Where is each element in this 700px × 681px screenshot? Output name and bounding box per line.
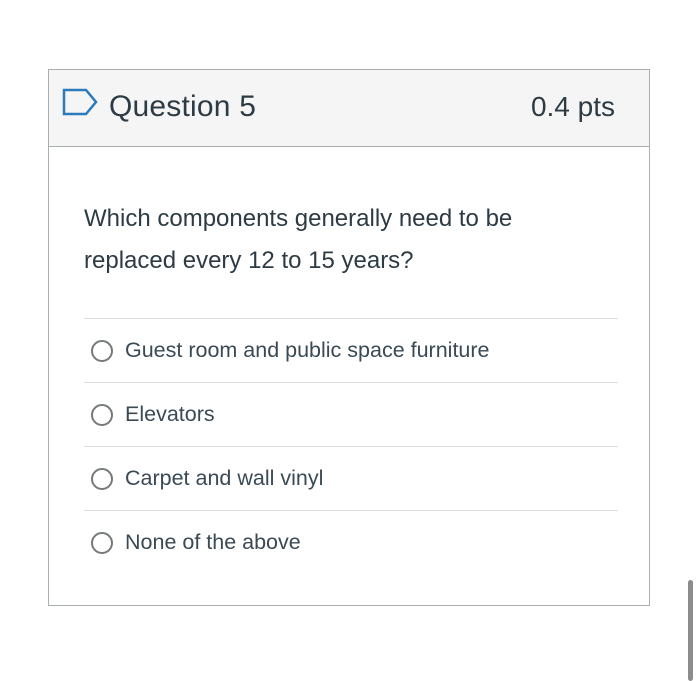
- answer-option[interactable]: Carpet and wall vinyl: [84, 446, 618, 510]
- radio-button[interactable]: [91, 339, 113, 362]
- answer-option[interactable]: Guest room and public space furniture: [84, 318, 618, 382]
- scrollbar-thumb[interactable]: [688, 580, 693, 681]
- flag-question-icon[interactable]: [62, 88, 98, 116]
- answer-option[interactable]: None of the above: [84, 510, 618, 574]
- question-header: Question 5 0.4 pts: [49, 70, 649, 147]
- question-card: Question 5 0.4 pts Which components gene…: [48, 69, 650, 606]
- radio-button[interactable]: [91, 403, 113, 426]
- quiz-page: Question 5 0.4 pts Which components gene…: [0, 0, 700, 681]
- answer-list: Guest room and public space furniture El…: [84, 318, 618, 574]
- answer-label[interactable]: Carpet and wall vinyl: [125, 466, 323, 491]
- radio-button[interactable]: [91, 531, 113, 554]
- answer-label[interactable]: None of the above: [125, 530, 301, 555]
- question-title: Question 5: [109, 90, 257, 123]
- radio-button[interactable]: [91, 467, 113, 490]
- question-points: 0.4 pts: [530, 91, 615, 122]
- question-text: Which components generally need to be re…: [84, 205, 513, 274]
- answer-label[interactable]: Elevators: [125, 402, 215, 427]
- answer-option[interactable]: Elevators: [84, 382, 618, 446]
- answer-label[interactable]: Guest room and public space furniture: [125, 338, 490, 363]
